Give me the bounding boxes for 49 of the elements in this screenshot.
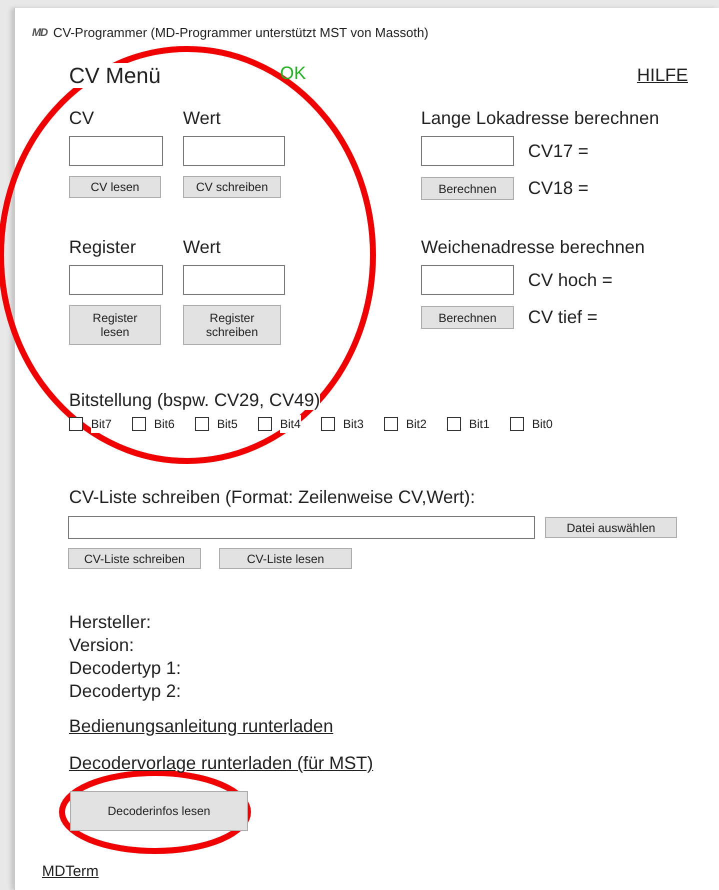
info-label: Decodertyp 2: <box>69 680 182 703</box>
checkbox[interactable]: Bit6 <box>132 416 195 432</box>
section-title: Weichenadresse berechnen <box>421 236 646 259</box>
input-field[interactable] <box>421 265 514 295</box>
checkbox[interactable]: Bit3 <box>321 416 384 432</box>
page-title: CV Menü <box>69 62 161 88</box>
field-label: Wert <box>183 236 222 259</box>
action-button[interactable]: CV-Liste schreiben <box>68 548 201 569</box>
action-button[interactable]: CV lesen <box>69 176 161 198</box>
help-link[interactable]: HILFE <box>636 62 688 88</box>
info-label: Hersteller: <box>69 611 152 634</box>
checkbox[interactable]: Bit4 <box>258 416 321 432</box>
checkbox[interactable]: Bit1 <box>447 416 510 432</box>
input-field[interactable] <box>68 516 535 539</box>
result-label: CV hoch = <box>528 268 613 292</box>
action-button[interactable]: CV-Liste lesen <box>219 548 352 569</box>
section-title: CV-Liste schreiben (Format: Zeilenweise CV,Wert): <box>69 486 476 508</box>
status-text: OK <box>280 62 306 84</box>
read-info-button[interactable]: Decoderinfos lesen <box>70 791 248 831</box>
action-button[interactable]: Register lesen <box>69 305 161 345</box>
app-logo: MD <box>32 26 48 41</box>
checkbox[interactable]: Bit5 <box>195 416 258 432</box>
result-label: CV tief = <box>528 306 598 329</box>
action-button[interactable]: CV schreiben <box>183 176 281 198</box>
action-button[interactable]: Register schreiben <box>183 305 281 345</box>
input-field[interactable] <box>183 265 285 295</box>
checkbox[interactable]: Bit0 <box>510 416 573 432</box>
result-label: CV18 = <box>528 177 589 200</box>
checkbox[interactable]: Bit7 <box>69 416 132 432</box>
input-field[interactable] <box>183 136 285 166</box>
download-link[interactable]: Bedienungsanleitung runterladen <box>69 716 334 736</box>
footer-link[interactable]: MDTerm <box>42 863 99 880</box>
section-title: Lange Lokadresse berechnen <box>421 107 660 130</box>
input-field[interactable] <box>69 136 163 166</box>
field-label: CV <box>69 107 96 130</box>
field-label: Register <box>69 236 138 259</box>
calculate-button[interactable]: Berechnen <box>421 306 514 329</box>
file-select-button[interactable]: Datei auswählen <box>545 517 677 538</box>
download-link[interactable]: Decodervorlage runterladen (für MST) <box>69 753 374 773</box>
section-title: Bitstellung (bspw. CV29, CV49) <box>69 390 320 410</box>
info-label: Version: <box>69 634 136 657</box>
checkbox[interactable]: Bit2 <box>384 416 447 432</box>
calculate-button[interactable]: Berechnen <box>421 177 514 200</box>
input-field[interactable] <box>421 136 514 166</box>
field-label: Wert <box>183 107 222 130</box>
result-label: CV17 = <box>528 140 589 162</box>
window-title: CV-Programmer (MD-Programmer unterstützt MST von Massoth) <box>53 24 429 42</box>
input-field[interactable] <box>69 265 163 295</box>
info-label: Decodertyp 1: <box>69 657 182 680</box>
